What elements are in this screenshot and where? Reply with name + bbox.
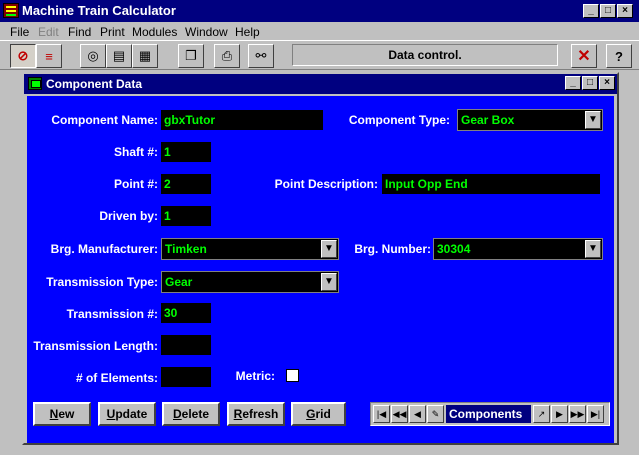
- close-icon[interactable]: ×: [617, 4, 633, 18]
- child-close-icon[interactable]: ×: [599, 76, 615, 90]
- elements-label: # of Elements:: [75, 371, 158, 385]
- first-record-icon[interactable]: |◀: [373, 405, 390, 423]
- transmission-length-field[interactable]: [161, 335, 211, 355]
- printer-icon[interactable]: ⎙: [214, 44, 240, 68]
- copy-icon[interactable]: ❐: [178, 44, 204, 68]
- menu-print[interactable]: Print: [100, 25, 125, 39]
- form-area: Component Name: gbxTutor Component Type:…: [27, 96, 614, 443]
- child-minimize-icon[interactable]: _: [565, 76, 581, 90]
- chevron-down-icon[interactable]: ▼: [585, 240, 601, 258]
- child-window-icon[interactable]: [28, 77, 42, 90]
- binoculars-icon[interactable]: ⚯: [248, 44, 274, 68]
- driven-by-field[interactable]: 1: [161, 206, 211, 226]
- transmission-type-value: Gear: [165, 275, 193, 289]
- menu-edit[interactable]: Edit: [38, 25, 59, 39]
- child-maximize-icon[interactable]: □: [582, 76, 598, 90]
- transmission-number-label: Transmission #:: [66, 307, 158, 321]
- chevron-down-icon[interactable]: ▼: [321, 240, 337, 258]
- search-arrow-icon[interactable]: ↗: [533, 405, 550, 423]
- next-page-icon[interactable]: ▶▶: [569, 405, 586, 423]
- brg-number-label: Brg. Number:: [354, 242, 431, 256]
- prev-record-icon[interactable]: ◀: [409, 405, 426, 423]
- status-field: Data control.: [292, 44, 558, 66]
- component-type-select[interactable]: Gear Box ▼: [457, 109, 603, 131]
- child-title: Component Data: [46, 77, 142, 91]
- shaft-label: Shaft #:: [113, 145, 158, 159]
- cancel-x-icon[interactable]: ✕: [571, 44, 597, 68]
- metric-label: Metric:: [235, 369, 275, 383]
- last-record-icon[interactable]: ▶|: [587, 405, 604, 423]
- maximize-icon[interactable]: □: [600, 4, 616, 18]
- menu-help[interactable]: Help: [235, 25, 260, 39]
- component-data-window: Component Data _ □ × Component Name: gbx…: [22, 72, 619, 445]
- brg-manufacturer-value: Timken: [165, 242, 207, 256]
- chevron-down-icon[interactable]: ▼: [585, 111, 601, 129]
- record-navigator: |◀ ◀◀ ◀ ✎ Components ↗ ▶ ▶▶ ▶|: [370, 402, 610, 426]
- bearing-tool-icon[interactable]: ≡: [36, 44, 62, 68]
- app-title-bar: Machine Train Calculator _ □ ×: [0, 0, 639, 22]
- prev-page-icon[interactable]: ◀◀: [391, 405, 408, 423]
- shaft-tool-icon[interactable]: ◎: [80, 44, 106, 68]
- child-title-bar: Component Data _ □ ×: [24, 74, 617, 94]
- component-name-label: Component Name:: [51, 113, 158, 127]
- menu-bar: File Edit Find Print Modules Window Help: [0, 22, 639, 40]
- app-title: Machine Train Calculator: [22, 3, 176, 18]
- brg-number-select[interactable]: 30304 ▼: [433, 238, 603, 260]
- minimize-icon[interactable]: _: [583, 4, 599, 18]
- form-view-icon[interactable]: ▤: [106, 44, 132, 68]
- component-type-label: Component Type:: [348, 113, 450, 127]
- transmission-length-label: Transmission Length:: [33, 339, 158, 353]
- search-key-icon[interactable]: ✎: [427, 405, 444, 423]
- app-icon[interactable]: [3, 3, 19, 18]
- elements-field[interactable]: [161, 367, 211, 387]
- point-label: Point #:: [114, 177, 158, 191]
- delete-button[interactable]: Delete: [162, 402, 220, 426]
- chevron-down-icon[interactable]: ▼: [321, 273, 337, 291]
- transmission-type-label: Transmission Type:: [46, 275, 158, 289]
- refresh-button[interactable]: Refresh: [227, 402, 285, 426]
- next-record-icon[interactable]: ▶: [551, 405, 568, 423]
- brg-manufacturer-select[interactable]: Timken ▼: [161, 238, 339, 260]
- metric-checkbox[interactable]: [286, 369, 299, 382]
- new-button[interactable]: New: [33, 402, 91, 426]
- shaft-field[interactable]: 1: [161, 142, 211, 162]
- brg-manufacturer-label: Brg. Manufacturer:: [50, 242, 158, 256]
- menu-modules[interactable]: Modules: [132, 25, 177, 39]
- component-name-field[interactable]: gbxTutor: [161, 110, 323, 130]
- point-field[interactable]: 2: [161, 174, 211, 194]
- grid-view-icon[interactable]: ▦: [132, 44, 158, 68]
- menu-file[interactable]: File: [10, 25, 29, 39]
- pump-tool-icon[interactable]: ⊘: [10, 44, 36, 68]
- point-description-label: Point Description:: [274, 177, 378, 191]
- component-type-value: Gear Box: [461, 113, 515, 127]
- driven-by-label: Driven by:: [99, 209, 158, 223]
- menu-find[interactable]: Find: [68, 25, 91, 39]
- brg-number-value: 30304: [437, 242, 471, 256]
- help-icon[interactable]: ?: [606, 44, 632, 68]
- transmission-type-select[interactable]: Gear ▼: [161, 271, 339, 293]
- navigator-label: Components: [446, 405, 531, 423]
- menu-window[interactable]: Window: [185, 25, 228, 39]
- point-description-field[interactable]: Input Opp End: [382, 174, 600, 194]
- transmission-number-field[interactable]: 30: [161, 303, 211, 323]
- grid-button[interactable]: Grid: [291, 402, 346, 426]
- update-button[interactable]: Update: [98, 402, 156, 426]
